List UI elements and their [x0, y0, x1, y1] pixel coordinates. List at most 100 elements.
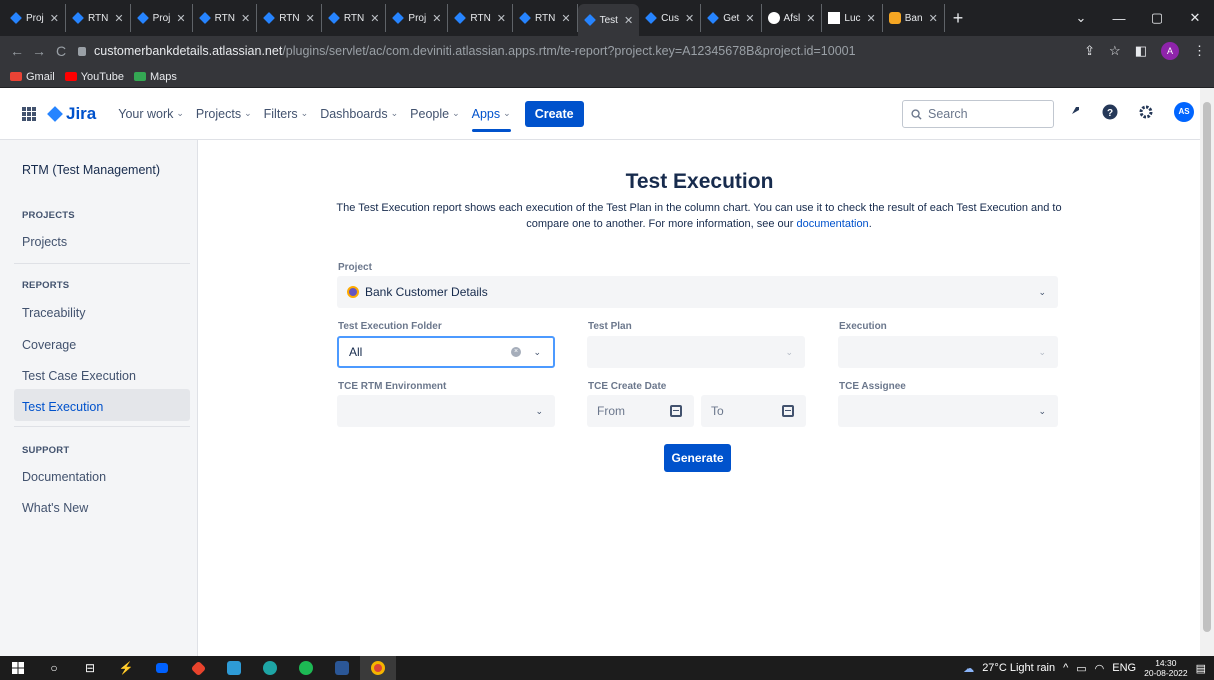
nav-apps[interactable]: Apps ⌄: [466, 88, 517, 140]
create-button[interactable]: Create: [524, 100, 584, 127]
assignee-select[interactable]: ⌄: [838, 395, 1058, 427]
taskbar-spotify-icon[interactable]: [288, 656, 324, 680]
calendar-icon[interactable]: [782, 405, 794, 417]
browser-tab[interactable]: RTN ✕: [322, 4, 387, 32]
browser-tab[interactable]: Luc ✕: [822, 4, 883, 32]
notifications-rocket-icon[interactable]: [1066, 104, 1082, 120]
taskbar-search-icon[interactable]: ○: [36, 656, 72, 680]
back-icon[interactable]: ←: [6, 43, 28, 59]
browser-tab[interactable]: Ban ✕: [883, 4, 945, 32]
taskbar-app-icon[interactable]: ⚡: [108, 656, 144, 680]
page-scrollbar[interactable]: [1200, 88, 1214, 656]
clock[interactable]: 14:30 20-08-2022: [1144, 658, 1187, 678]
project-select[interactable]: Bank Customer Details ⌄: [337, 276, 1058, 308]
sidebar-item-documentation[interactable]: Documentation: [22, 470, 106, 484]
close-tab-icon[interactable]: ✕: [685, 12, 694, 25]
wifi-icon[interactable]: ◠: [1095, 662, 1105, 675]
reload-icon[interactable]: C: [50, 43, 72, 59]
sidebar-item-projects[interactable]: Projects: [22, 235, 67, 249]
weather-text[interactable]: 27°C Light rain: [982, 662, 1055, 674]
browser-tab[interactable]: RTN ✕: [66, 4, 131, 32]
windows-start-icon[interactable]: [0, 656, 36, 680]
taskbar-jira-icon[interactable]: [180, 656, 216, 680]
sidebar-item-test-case-execution[interactable]: Test Case Execution: [22, 369, 136, 383]
url-field[interactable]: customerbankdetails.atlassian.net /plugi…: [78, 44, 856, 58]
nav-filters[interactable]: Filters ⌄: [258, 88, 315, 140]
test-execution-folder-select[interactable]: All × ⌄: [337, 336, 555, 368]
sidebar-item-coverage[interactable]: Coverage: [22, 338, 76, 352]
side-panel-icon[interactable]: ◧: [1135, 43, 1147, 59]
close-tab-icon[interactable]: ✕: [432, 12, 441, 25]
close-tab-icon[interactable]: ✕: [745, 12, 754, 25]
share-icon[interactable]: ⇪: [1084, 43, 1095, 59]
documentation-link[interactable]: documentation: [797, 218, 869, 230]
nav-people[interactable]: People ⌄: [404, 88, 465, 140]
test-plan-select[interactable]: ⌄: [587, 336, 805, 368]
browser-tab[interactable]: Afsl ✕: [762, 4, 823, 32]
close-tab-icon[interactable]: ✕: [561, 12, 570, 25]
nav-dashboards[interactable]: Dashboards ⌄: [314, 88, 404, 140]
forward-icon[interactable]: →: [28, 43, 50, 59]
scrollbar-thumb[interactable]: [1203, 102, 1211, 632]
browser-tab[interactable]: RTN ✕: [193, 4, 258, 32]
generate-button[interactable]: Generate: [664, 444, 731, 472]
tab-search-icon[interactable]: ⌄: [1062, 10, 1100, 26]
browser-tab[interactable]: RTN ✕: [513, 4, 578, 32]
close-tab-icon[interactable]: ✕: [370, 12, 379, 25]
browser-tab[interactable]: Cus ✕: [639, 4, 702, 32]
date-from-input[interactable]: From: [587, 395, 694, 427]
browser-tab[interactable]: Proj ✕: [386, 4, 449, 32]
browser-tab[interactable]: Proj ✕: [131, 4, 193, 32]
close-tab-icon[interactable]: ✕: [114, 12, 123, 25]
close-tab-icon[interactable]: ✕: [867, 12, 876, 25]
close-tab-icon[interactable]: ✕: [306, 12, 315, 25]
environment-select[interactable]: ⌄: [337, 395, 555, 427]
taskbar-edge-icon[interactable]: [252, 656, 288, 680]
minimize-button[interactable]: —: [1100, 11, 1138, 26]
sidebar-item-test-execution[interactable]: Test Execution: [22, 400, 103, 414]
nav-projects[interactable]: Projects ⌄: [190, 88, 258, 140]
execution-select[interactable]: ⌄: [838, 336, 1058, 368]
close-tab-icon[interactable]: ✕: [929, 12, 938, 25]
sidebar-item-whats-new[interactable]: What's New: [22, 501, 88, 515]
app-switcher-icon[interactable]: [22, 106, 36, 121]
tray-chevron-icon[interactable]: ^: [1063, 662, 1068, 674]
clear-selection-icon[interactable]: ×: [511, 347, 521, 357]
close-tab-icon[interactable]: ✕: [624, 14, 633, 27]
close-tab-icon[interactable]: ✕: [241, 12, 250, 25]
task-view-icon[interactable]: ⊟: [72, 656, 108, 680]
bookmark-maps[interactable]: Maps: [133, 71, 177, 83]
settings-gear-icon[interactable]: [1138, 104, 1154, 120]
taskbar-chrome-icon[interactable]: [360, 656, 396, 680]
close-tab-icon[interactable]: ✕: [497, 12, 506, 25]
help-icon[interactable]: ?: [1102, 104, 1118, 120]
close-tab-icon[interactable]: ✕: [176, 12, 185, 25]
sidebar-item-traceability[interactable]: Traceability: [22, 306, 85, 320]
taskbar-store-icon[interactable]: [216, 656, 252, 680]
user-avatar[interactable]: AS: [1174, 102, 1194, 122]
new-tab-button[interactable]: +: [953, 8, 964, 29]
browser-tab[interactable]: Get ✕: [701, 4, 762, 32]
language-indicator[interactable]: ENG: [1112, 662, 1136, 674]
bookmark-gmail[interactable]: Gmail: [10, 71, 55, 83]
calendar-icon[interactable]: [670, 405, 682, 417]
browser-tab[interactable]: RTN ✕: [257, 4, 322, 32]
nav-your-work[interactable]: Your work ⌄: [112, 88, 190, 140]
browser-menu-icon[interactable]: ⋮: [1193, 43, 1206, 59]
notifications-icon[interactable]: ▤: [1196, 662, 1206, 675]
jira-logo[interactable]: Jira: [47, 104, 96, 124]
browser-tab[interactable]: Proj ✕: [4, 4, 67, 32]
bookmark-star-icon[interactable]: ☆: [1109, 43, 1121, 59]
search-input[interactable]: Search: [902, 100, 1054, 128]
taskbar-dropbox-icon[interactable]: [144, 656, 180, 680]
close-tab-icon[interactable]: ✕: [806, 12, 815, 25]
bookmark-youtube[interactable]: YouTube: [64, 71, 124, 83]
close-tab-icon[interactable]: ✕: [50, 12, 59, 25]
restore-button[interactable]: ▢: [1138, 10, 1176, 26]
close-window-button[interactable]: ✕: [1176, 10, 1214, 26]
browser-tab[interactable]: RTN ✕: [448, 4, 514, 32]
date-to-input[interactable]: To: [701, 395, 806, 427]
browser-tab[interactable]: Test ✕: [577, 4, 640, 36]
taskbar-word-icon[interactable]: [324, 656, 360, 680]
battery-icon[interactable]: ▭: [1076, 662, 1086, 675]
